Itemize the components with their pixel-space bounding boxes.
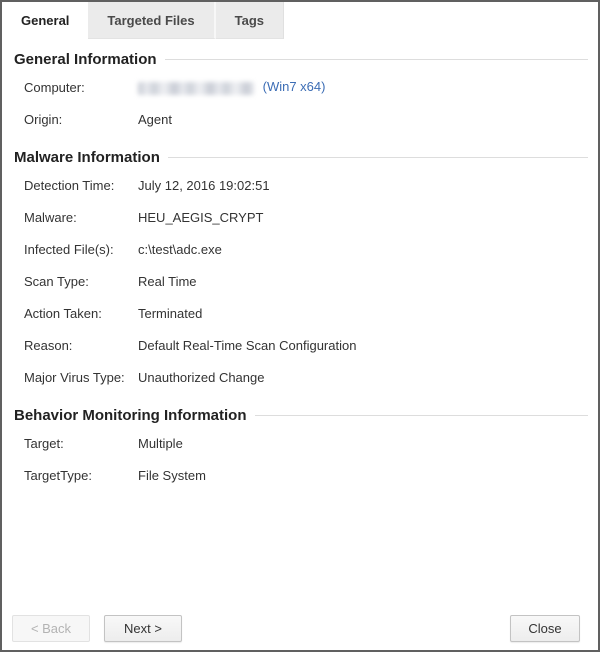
- field-label: Reason:: [24, 338, 138, 353]
- dialog-footer: < Back Next > Close: [2, 615, 598, 642]
- field-label: Scan Type:: [24, 274, 138, 289]
- field-value: HEU_AEGIS_CRYPT: [138, 210, 263, 225]
- field-label: Infected File(s):: [24, 242, 138, 257]
- section-title-malware-information: Malware Information: [14, 149, 588, 166]
- field-label: TargetType:: [24, 468, 138, 483]
- row-malware: Malware: HEU_AEGIS_CRYPT: [12, 201, 588, 233]
- field-value: Terminated: [138, 306, 202, 321]
- malware-detail-dialog: General Targeted Files Tags General Info…: [0, 0, 600, 652]
- row-target: Target: Multiple: [12, 427, 588, 459]
- field-label: Malware:: [24, 210, 138, 225]
- row-action-taken: Action Taken: Terminated: [12, 297, 588, 329]
- win7-x64-link[interactable]: (Win7 x64): [263, 79, 326, 94]
- section-rule: [165, 59, 588, 60]
- section-title-behavior-monitoring: Behavior Monitoring Information: [14, 407, 588, 424]
- close-button[interactable]: Close: [510, 615, 580, 642]
- field-label: Action Taken:: [24, 306, 138, 321]
- tab-panel-general: General Information Computer: (Win7 x64)…: [2, 39, 598, 491]
- field-label: Target:: [24, 436, 138, 451]
- field-label: Computer:: [24, 80, 138, 95]
- next-button[interactable]: Next >: [104, 615, 182, 642]
- tab-tags[interactable]: Tags: [216, 2, 284, 39]
- tab-general[interactable]: General: [2, 2, 88, 39]
- field-label: Detection Time:: [24, 178, 138, 193]
- reason-configuration-link[interactable]: Default Real-Time Scan Configuration: [138, 338, 356, 353]
- row-major-virus-type: Major Virus Type: Unauthorized Change: [12, 361, 588, 393]
- field-value: File System: [138, 468, 206, 483]
- section-title-text: Malware Information: [14, 149, 160, 166]
- back-button[interactable]: < Back: [12, 615, 90, 642]
- section-rule: [255, 415, 589, 416]
- field-value: Real Time: [138, 274, 197, 289]
- section-title-text: General Information: [14, 51, 157, 68]
- field-value: Unauthorized Change: [138, 370, 264, 385]
- section-title-text: Behavior Monitoring Information: [14, 407, 247, 424]
- row-reason: Reason: Default Real-Time Scan Configura…: [12, 329, 588, 361]
- row-scan-type: Scan Type: Real Time: [12, 265, 588, 297]
- field-value: July 12, 2016 19:02:51: [138, 178, 270, 193]
- field-value: (Win7 x64): [138, 79, 325, 94]
- row-target-type: TargetType: File System: [12, 459, 588, 491]
- computer-name-redacted: [138, 82, 254, 95]
- field-value: Multiple: [138, 436, 183, 451]
- field-label: Major Virus Type:: [24, 370, 138, 385]
- section-rule: [168, 157, 588, 158]
- row-computer: Computer: (Win7 x64): [12, 71, 588, 103]
- field-value: c:\test\adc.exe: [138, 242, 222, 257]
- tab-bar: General Targeted Files Tags: [2, 2, 598, 39]
- section-title-general-information: General Information: [14, 51, 588, 68]
- row-origin: Origin: Agent: [12, 103, 588, 135]
- field-value: Agent: [138, 112, 172, 127]
- field-label: Origin:: [24, 112, 138, 127]
- row-infected-files: Infected File(s): c:\test\adc.exe: [12, 233, 588, 265]
- row-detection-time: Detection Time: July 12, 2016 19:02:51: [12, 169, 588, 201]
- tab-targeted-files[interactable]: Targeted Files: [88, 2, 215, 39]
